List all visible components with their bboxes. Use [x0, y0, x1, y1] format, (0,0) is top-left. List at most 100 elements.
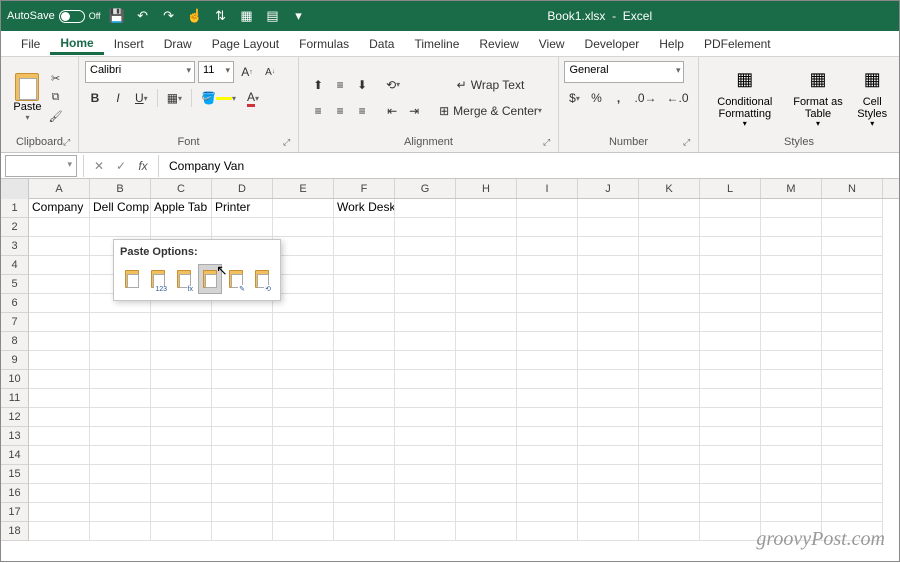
cell[interactable] — [334, 313, 395, 332]
clipboard-launcher-icon[interactable]: ⤢ — [63, 137, 75, 149]
align-left-button[interactable]: ≡ — [308, 100, 328, 122]
cell[interactable] — [761, 256, 822, 275]
cell[interactable] — [822, 446, 883, 465]
cell[interactable] — [517, 237, 578, 256]
cell[interactable] — [761, 332, 822, 351]
cell[interactable] — [822, 256, 883, 275]
cell[interactable] — [639, 256, 700, 275]
cell[interactable] — [395, 218, 456, 237]
row-header[interactable]: 12 — [1, 408, 29, 427]
cell[interactable] — [578, 389, 639, 408]
insert-function-button[interactable]: fx — [132, 155, 154, 177]
cell[interactable] — [90, 218, 151, 237]
cell[interactable] — [334, 332, 395, 351]
cell[interactable] — [761, 427, 822, 446]
cell[interactable] — [273, 522, 334, 541]
cell[interactable] — [90, 427, 151, 446]
font-launcher-icon[interactable]: ⤢ — [283, 137, 295, 149]
tab-help[interactable]: Help — [649, 33, 694, 55]
cell[interactable] — [273, 275, 334, 294]
cell[interactable] — [456, 237, 517, 256]
cell[interactable] — [395, 313, 456, 332]
row-header[interactable]: 2 — [1, 218, 29, 237]
cell[interactable] — [578, 427, 639, 446]
cell[interactable] — [578, 199, 639, 218]
cell[interactable] — [334, 256, 395, 275]
col-header[interactable]: I — [517, 179, 578, 198]
cell[interactable] — [700, 389, 761, 408]
font-name-combo[interactable]: Calibri — [85, 61, 195, 83]
undo-icon[interactable]: ↶ — [135, 8, 151, 24]
paste-option-link[interactable]: ⟲ — [250, 264, 274, 294]
italic-button[interactable]: I — [108, 87, 128, 109]
cell[interactable] — [212, 218, 273, 237]
cell[interactable] — [761, 370, 822, 389]
cell[interactable] — [90, 484, 151, 503]
row-header[interactable]: 6 — [1, 294, 29, 313]
cell[interactable] — [761, 313, 822, 332]
cell[interactable] — [517, 465, 578, 484]
tab-pdfelement[interactable]: PDFelement — [694, 33, 781, 55]
cell[interactable] — [639, 237, 700, 256]
cell[interactable] — [639, 503, 700, 522]
row-header[interactable]: 4 — [1, 256, 29, 275]
cell[interactable] — [151, 218, 212, 237]
cell[interactable] — [151, 503, 212, 522]
cell[interactable] — [273, 370, 334, 389]
cell[interactable] — [212, 484, 273, 503]
cell[interactable] — [395, 332, 456, 351]
cell[interactable] — [334, 503, 395, 522]
cell[interactable] — [761, 465, 822, 484]
cell[interactable] — [517, 408, 578, 427]
cell[interactable] — [578, 294, 639, 313]
cell[interactable] — [395, 465, 456, 484]
cell[interactable] — [639, 427, 700, 446]
cell[interactable] — [29, 408, 90, 427]
cell[interactable] — [639, 313, 700, 332]
name-box[interactable] — [5, 155, 77, 177]
cell[interactable] — [517, 522, 578, 541]
cell[interactable] — [212, 427, 273, 446]
tab-page-layout[interactable]: Page Layout — [202, 33, 289, 55]
cell[interactable] — [639, 446, 700, 465]
cell[interactable] — [395, 503, 456, 522]
row-header[interactable]: 11 — [1, 389, 29, 408]
row-header[interactable]: 1 — [1, 199, 29, 218]
cell[interactable] — [90, 332, 151, 351]
cell[interactable] — [700, 370, 761, 389]
cell[interactable] — [151, 313, 212, 332]
cell[interactable] — [273, 446, 334, 465]
cell[interactable] — [395, 427, 456, 446]
cell[interactable] — [334, 370, 395, 389]
tab-review[interactable]: Review — [469, 33, 528, 55]
touch-mode-icon[interactable]: ☝ — [187, 8, 203, 24]
cell[interactable] — [395, 446, 456, 465]
cell[interactable] — [29, 332, 90, 351]
cell[interactable] — [273, 351, 334, 370]
cell[interactable] — [456, 370, 517, 389]
cell[interactable] — [212, 408, 273, 427]
cell[interactable] — [517, 332, 578, 351]
tab-view[interactable]: View — [529, 33, 575, 55]
cell[interactable] — [151, 522, 212, 541]
cell[interactable] — [334, 465, 395, 484]
conditional-formatting-button[interactable]: ▦ Conditional Formatting▾ — [705, 64, 785, 131]
col-header[interactable]: H — [456, 179, 517, 198]
cell[interactable] — [456, 522, 517, 541]
autosave-toggle[interactable]: AutoSave Off — [7, 10, 101, 23]
cell[interactable] — [334, 275, 395, 294]
row-header[interactable]: 10 — [1, 370, 29, 389]
cell[interactable] — [578, 218, 639, 237]
cell[interactable] — [700, 522, 761, 541]
cell[interactable] — [822, 484, 883, 503]
merge-center-button[interactable]: ⊞ Merge & Center — [432, 100, 549, 122]
row-header[interactable]: 8 — [1, 332, 29, 351]
cell[interactable] — [822, 294, 883, 313]
cell[interactable] — [29, 218, 90, 237]
tab-insert[interactable]: Insert — [104, 33, 154, 55]
cell[interactable] — [151, 427, 212, 446]
paste-option-transpose[interactable] — [198, 264, 222, 294]
percent-format-button[interactable]: % — [586, 87, 606, 109]
cell[interactable] — [578, 446, 639, 465]
select-all-corner[interactable] — [1, 179, 29, 199]
